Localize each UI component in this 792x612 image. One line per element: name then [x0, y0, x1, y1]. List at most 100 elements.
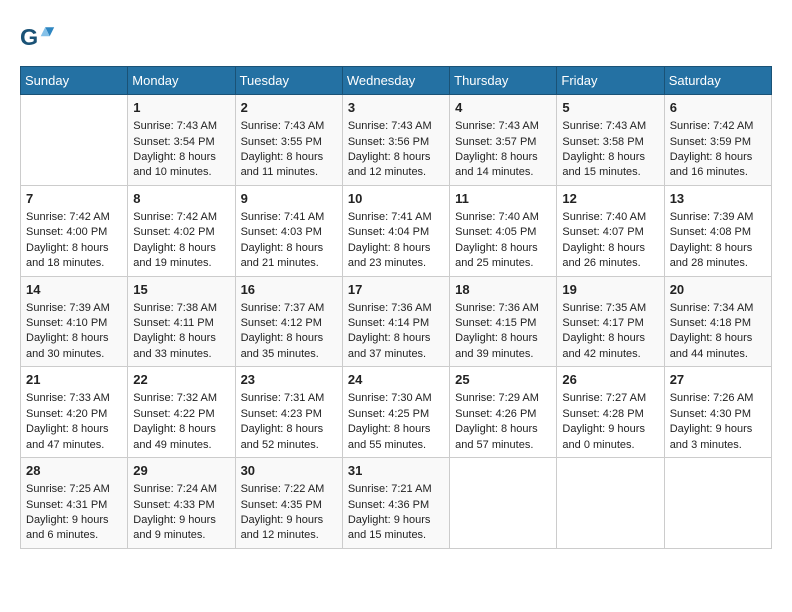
day-info: Sunrise: 7:30 AM	[348, 391, 444, 406]
day-number: 3	[348, 99, 444, 117]
day-info: Sunset: 4:31 PM	[26, 498, 122, 513]
calendar-cell: 15Sunrise: 7:38 AMSunset: 4:11 PMDayligh…	[128, 276, 235, 367]
day-info: Sunrise: 7:41 AM	[241, 210, 337, 225]
calendar-cell: 20Sunrise: 7:34 AMSunset: 4:18 PMDayligh…	[664, 276, 771, 367]
day-info: Daylight: 8 hours	[26, 241, 122, 256]
calendar-cell: 8Sunrise: 7:42 AMSunset: 4:02 PMDaylight…	[128, 185, 235, 276]
day-info: Sunrise: 7:41 AM	[348, 210, 444, 225]
day-info: and 9 minutes.	[133, 528, 229, 543]
calendar-cell	[21, 95, 128, 186]
day-info: Sunrise: 7:42 AM	[26, 210, 122, 225]
day-number: 17	[348, 281, 444, 299]
day-info: Sunrise: 7:43 AM	[133, 119, 229, 134]
day-info: Sunset: 4:07 PM	[562, 225, 658, 240]
calendar-week-4: 21 Sunrise: 7:33 AMSunset: 4:20 PM Dayligh…	[21, 367, 772, 458]
header-thursday: Thursday	[450, 67, 557, 95]
header-wednesday: Wednesday	[342, 67, 449, 95]
calendar-cell: 25Sunrise: 7:29 AMSunset: 4:26 PMDayligh…	[450, 367, 557, 458]
day-number: 15	[133, 281, 229, 299]
calendar-header-row: SundayMondayTuesdayWednesdayThursdayFrid…	[21, 67, 772, 95]
day-info: Sunrise: 7:36 AM	[348, 301, 444, 316]
day-info: Daylight: 8 hours	[348, 422, 444, 437]
calendar-week-5: 28Sunrise: 7:25 AMSunset: 4:31 PMDayligh…	[21, 458, 772, 549]
day-info: Daylight: 8 hours	[562, 241, 658, 256]
day-number: 30	[241, 462, 337, 480]
day-info: Daylight: 9 hours	[562, 422, 658, 437]
day-info: Daylight: 8 hours	[348, 331, 444, 346]
calendar-cell: 28Sunrise: 7:25 AMSunset: 4:31 PMDayligh…	[21, 458, 128, 549]
day-info: Daylight: 8 hours	[455, 241, 551, 256]
day-info: Sunrise: 7:21 AM	[348, 482, 444, 497]
day-info: Sunrise: 7:40 AM	[455, 210, 551, 225]
day-info: and 37 minutes.	[348, 347, 444, 362]
day-info: Sunrise: 7:33 AM	[26, 391, 122, 406]
day-number: 29	[133, 462, 229, 480]
page-header: G	[20, 20, 772, 56]
day-info: Sunrise: 7:27 AM	[562, 391, 658, 406]
day-info: Sunset: 4:18 PM	[670, 316, 766, 331]
calendar-cell: 24Sunrise: 7:30 AMSunset: 4:25 PMDayligh…	[342, 367, 449, 458]
calendar-cell: 23Sunrise: 7:31 AMSunset: 4:23 PMDayligh…	[235, 367, 342, 458]
day-number: 16	[241, 281, 337, 299]
day-info: Sunrise: 7:43 AM	[455, 119, 551, 134]
day-info: and 47 minutes.	[26, 438, 122, 453]
calendar-week-2: 7Sunrise: 7:42 AMSunset: 4:00 PMDaylight…	[21, 185, 772, 276]
day-info: Sunset: 4:20 PM	[26, 407, 122, 422]
day-info: Sunset: 4:25 PM	[348, 407, 444, 422]
day-number: 22	[133, 371, 229, 389]
calendar-cell: 2Sunrise: 7:43 AMSunset: 3:55 PMDaylight…	[235, 95, 342, 186]
day-info: Daylight: 8 hours	[562, 150, 658, 165]
day-info: Sunset: 4:17 PM	[562, 316, 658, 331]
day-info: Daylight: 9 hours	[348, 513, 444, 528]
header-saturday: Saturday	[664, 67, 771, 95]
header-sunday: Sunday	[21, 67, 128, 95]
day-info: Daylight: 8 hours	[241, 150, 337, 165]
day-number: 11	[455, 190, 551, 208]
day-info: Sunset: 4:00 PM	[26, 225, 122, 240]
day-info: Sunset: 4:05 PM	[455, 225, 551, 240]
day-info: and 30 minutes.	[26, 347, 122, 362]
day-info: Daylight: 9 hours	[670, 422, 766, 437]
day-number: 13	[670, 190, 766, 208]
day-info: Sunrise: 7:40 AM	[562, 210, 658, 225]
day-number: 21	[26, 371, 122, 389]
day-info: Sunrise: 7:29 AM	[455, 391, 551, 406]
day-info: and 35 minutes.	[241, 347, 337, 362]
calendar-cell: 12 Sunrise: 7:40 AMSunset: 4:07 PMDayligh…	[557, 185, 664, 276]
day-info: Sunrise: 7:36 AM	[455, 301, 551, 316]
day-number: 14	[26, 281, 122, 299]
day-info: Sunset: 4:15 PM	[455, 316, 551, 331]
calendar-cell: 30Sunrise: 7:22 AMSunset: 4:35 PMDayligh…	[235, 458, 342, 549]
calendar-cell: 27Sunrise: 7:26 AMSunset: 4:30 PMDayligh…	[664, 367, 771, 458]
day-number: 12	[562, 190, 658, 208]
logo-icon: G	[20, 20, 56, 56]
calendar-cell: 11 Sunrise: 7:40 AMSunset: 4:05 PMDayligh…	[450, 185, 557, 276]
day-info: Daylight: 8 hours	[348, 150, 444, 165]
calendar-week-3: 14Sunrise: 7:39 AMSunset: 4:10 PMDayligh…	[21, 276, 772, 367]
day-info: Sunset: 4:02 PM	[133, 225, 229, 240]
day-info: Daylight: 8 hours	[455, 331, 551, 346]
header-tuesday: Tuesday	[235, 67, 342, 95]
day-info: Sunrise: 7:31 AM	[241, 391, 337, 406]
day-number: 18	[455, 281, 551, 299]
svg-text:G: G	[20, 24, 38, 50]
calendar-cell: 21Sunrise: 7:33 AMSunset: 4:20 PMDayligh…	[21, 367, 128, 458]
day-info: and 28 minutes.	[670, 256, 766, 271]
day-info: and 52 minutes.	[241, 438, 337, 453]
day-info: Daylight: 8 hours	[562, 331, 658, 346]
day-info: and 10 minutes.	[133, 165, 229, 180]
calendar-cell: 19Sunrise: 7:35 AMSunset: 4:17 PMDayligh…	[557, 276, 664, 367]
day-info: and 12 minutes.	[348, 165, 444, 180]
calendar-cell: 5Sunrise: 7:43 AMSunset: 3:58 PMDaylight…	[557, 95, 664, 186]
calendar-cell: 7Sunrise: 7:42 AMSunset: 4:00 PMDaylight…	[21, 185, 128, 276]
day-info: Sunrise: 7:25 AM	[26, 482, 122, 497]
day-info: Daylight: 8 hours	[133, 241, 229, 256]
day-info: Daylight: 8 hours	[133, 422, 229, 437]
day-info: Sunset: 4:36 PM	[348, 498, 444, 513]
day-info: and 0 minutes.	[562, 438, 658, 453]
day-info: Sunrise: 7:43 AM	[562, 119, 658, 134]
header-monday: Monday	[128, 67, 235, 95]
day-info: and 23 minutes.	[348, 256, 444, 271]
day-info: and 26 minutes.	[562, 256, 658, 271]
day-info: Sunrise: 7:22 AM	[241, 482, 337, 497]
